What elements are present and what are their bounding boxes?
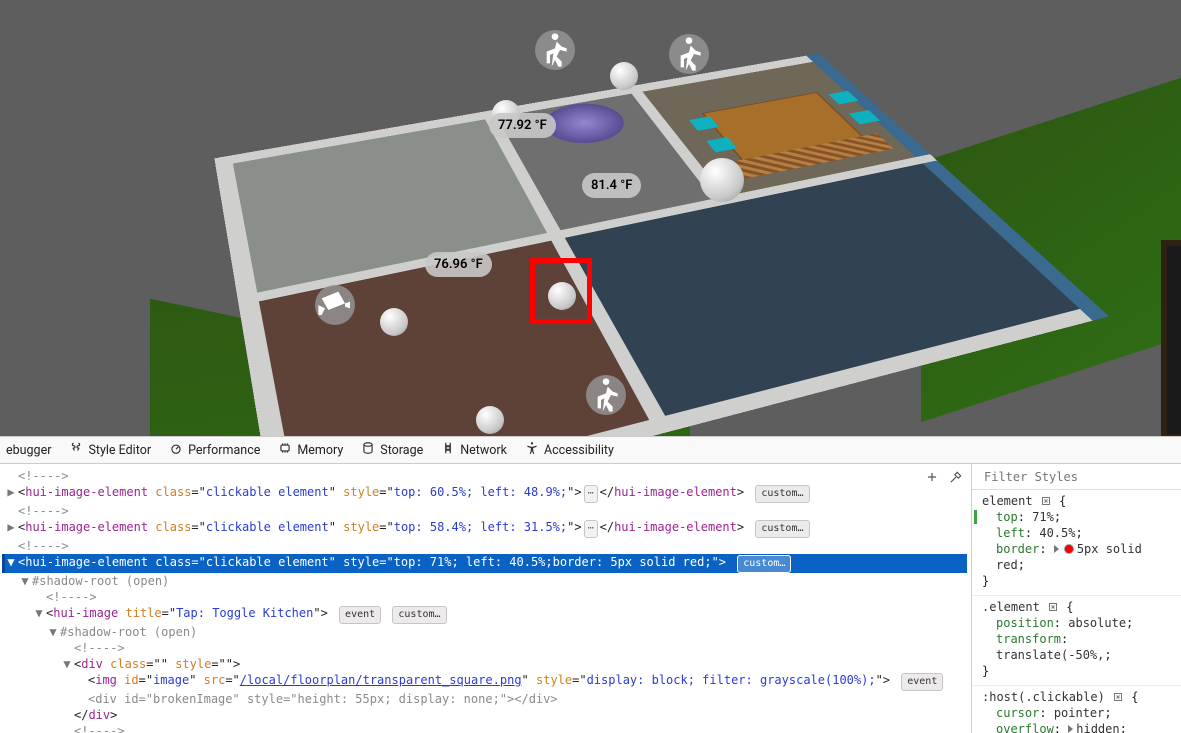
tab-memory[interactable]: Memory [278, 441, 343, 459]
dom-row[interactable]: <!----> [2, 538, 967, 554]
dom-row[interactable]: <!----> [2, 589, 967, 605]
tab-storage[interactable]: Storage [361, 441, 423, 459]
dom-row[interactable]: </div> [2, 707, 967, 723]
css-rule[interactable]: :host(.clickable) {cursor: pointer;overf… [972, 686, 1181, 733]
styles-filter-row [972, 464, 1181, 490]
dom-row[interactable]: ▼<div class="" style=""> [2, 656, 967, 672]
inspector-highlight [530, 258, 592, 324]
tab-label: Memory [297, 443, 343, 458]
dom-row[interactable]: ▶<hui-image-element class="clickable ele… [2, 484, 967, 503]
dom-row[interactable]: <img id="image" src="/local/floorplan/tr… [2, 672, 967, 691]
dom-row[interactable]: ▼<hui-image title="Tap: Toggle Kitchen">… [2, 605, 967, 624]
network-icon [441, 441, 455, 459]
dom-tree-pane[interactable]: <!---->▶<hui-image-element class="clicka… [0, 464, 972, 733]
temp-badge[interactable]: 76.96 °F [425, 252, 492, 277]
motion-icon[interactable] [535, 30, 575, 70]
tab-label: Accessibility [544, 443, 614, 458]
dom-row[interactable]: <!----> [2, 723, 967, 733]
motion-icon[interactable] [586, 375, 626, 415]
add-rule-icon[interactable] [925, 470, 939, 488]
temp-badge[interactable]: 81.4 °F [582, 173, 641, 198]
eyedropper-icon[interactable] [949, 470, 963, 488]
storage-icon [361, 441, 375, 459]
dom-row[interactable]: ▼<hui-image-element class="clickable ele… [2, 554, 967, 573]
css-rule[interactable]: .element {position: absolute;transform: … [972, 596, 1181, 686]
camera-icon[interactable] [315, 285, 355, 325]
tab-performance[interactable]: Performance [169, 441, 260, 459]
tab-label: Style Editor [88, 443, 151, 458]
memory-icon [278, 441, 292, 459]
styles-pane[interactable]: element {top: 71%;left: 40.5%;border: 5p… [972, 464, 1181, 733]
temp-badge[interactable]: 77.92 °F [489, 113, 556, 138]
light-orb[interactable] [700, 158, 744, 202]
performance-icon [169, 441, 183, 459]
accessibility-icon [525, 441, 539, 459]
motion-icon[interactable] [669, 34, 709, 74]
dom-row[interactable]: <div id="brokenImage" style="height: 55p… [2, 691, 967, 707]
light-orb[interactable] [610, 62, 638, 90]
tv-screen [1161, 240, 1181, 436]
tab-label: Storage [380, 443, 423, 458]
dom-row[interactable]: <!----> [2, 468, 967, 484]
dom-row[interactable]: ▼#shadow-root (open) [2, 624, 967, 640]
css-rule[interactable]: element {top: 71%;left: 40.5%;border: 5p… [972, 490, 1181, 596]
tab-accessibility[interactable]: Accessibility [525, 441, 614, 459]
tab-debugger[interactable]: ebugger [6, 443, 51, 458]
floorplan-viewport[interactable]: 77.92 °F 81.4 °F 76.96 °F [0, 0, 1181, 436]
devtools-toolbar: ebugger Style Editor Performance Memory … [0, 436, 1181, 464]
style-editor-icon [69, 441, 83, 459]
light-orb[interactable] [476, 406, 504, 434]
dom-row[interactable]: <!----> [2, 503, 967, 519]
tab-network[interactable]: Network [441, 441, 507, 459]
tab-label: ebugger [6, 443, 51, 458]
dom-row[interactable]: ▶<hui-image-element class="clickable ele… [2, 519, 967, 538]
tab-label: Performance [188, 443, 260, 458]
dom-row[interactable]: <!----> [2, 640, 967, 656]
dom-row[interactable]: ▼#shadow-root (open) [2, 573, 967, 589]
tab-style-editor[interactable]: Style Editor [69, 441, 151, 459]
light-orb[interactable] [380, 308, 408, 336]
styles-filter-input[interactable] [984, 470, 1175, 484]
tab-label: Network [460, 443, 507, 458]
